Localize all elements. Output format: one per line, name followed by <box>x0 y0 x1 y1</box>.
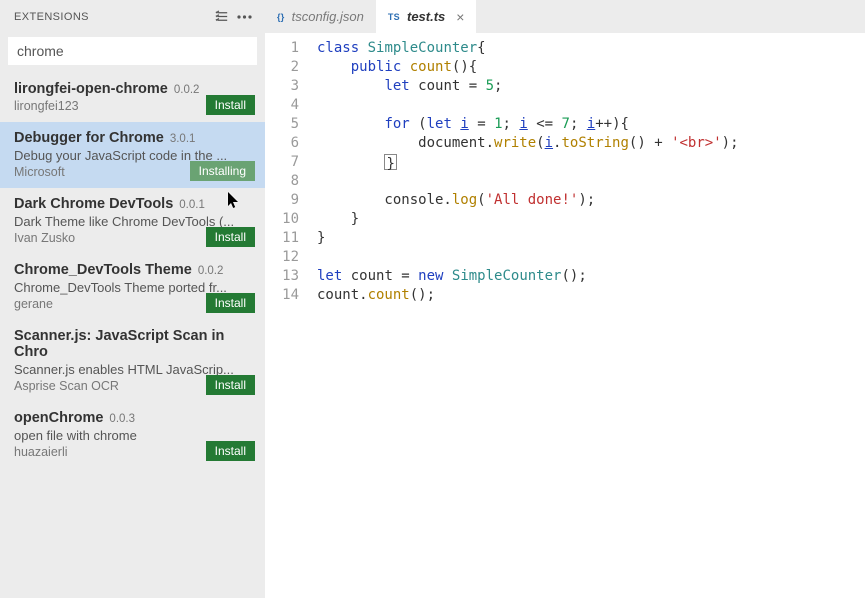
install-button[interactable]: Install <box>206 441 255 461</box>
sidebar-title: EXTENSIONS <box>14 11 211 23</box>
tab-label: test.ts <box>407 9 445 24</box>
editor-pane: {}tsconfig.jsonTStest.ts× 12345678910111… <box>265 0 865 598</box>
code-line: document.write(i.toString() + '<br>'); <box>317 134 865 153</box>
code-line: class SimpleCounter{ <box>317 39 865 58</box>
extension-name: Debugger for Chrome <box>14 130 164 146</box>
extension-search-input[interactable] <box>8 37 257 65</box>
extension-list: lirongfei-open-chrome0.0.2lirongfei123In… <box>0 73 265 598</box>
line-number: 5 <box>265 115 299 134</box>
line-number: 6 <box>265 134 299 153</box>
code-line: let count = new SimpleCounter(); <box>317 267 865 286</box>
extension-item[interactable]: openChrome0.0.3open file with chromehuaz… <box>0 402 265 468</box>
line-number: 8 <box>265 172 299 191</box>
clear-extensions-icon[interactable] <box>211 6 233 28</box>
extension-item[interactable]: Scanner.js: JavaScript Scan in ChroScann… <box>0 320 265 402</box>
install-button[interactable]: Install <box>206 293 255 313</box>
extension-name: Chrome_DevTools Theme <box>14 262 192 278</box>
code-line <box>317 96 865 115</box>
code-line: let count = 5; <box>317 77 865 96</box>
more-actions-icon[interactable] <box>233 6 255 28</box>
close-tab-icon[interactable]: × <box>456 9 464 25</box>
line-gutter: 1234567891011121314 <box>265 37 317 598</box>
app-root: EXTENSIONS lirongfei-open-chrome0.0.2lir… <box>0 0 865 598</box>
install-button[interactable]: Install <box>206 227 255 247</box>
line-number: 11 <box>265 229 299 248</box>
code-line: } <box>317 229 865 248</box>
code-line: } <box>317 153 865 172</box>
extension-item[interactable]: lirongfei-open-chrome0.0.2lirongfei123In… <box>0 73 265 122</box>
line-number: 3 <box>265 77 299 96</box>
editor-tabs: {} tsconfig.json TS test.ts × <box>265 0 865 33</box>
extensions-sidebar: EXTENSIONS lirongfei-open-chrome0.0.2lir… <box>0 0 265 598</box>
code-line: } <box>317 210 865 229</box>
line-number: 13 <box>265 267 299 286</box>
code-line: console.log('All done!'); <box>317 191 865 210</box>
code-line: public count(){ <box>317 58 865 77</box>
extension-name: Dark Chrome DevTools <box>14 196 173 212</box>
line-number: 4 <box>265 96 299 115</box>
line-number: 9 <box>265 191 299 210</box>
code-line <box>317 248 865 267</box>
extension-search-wrap <box>0 33 265 73</box>
code-area: 1234567891011121314 class SimpleCounter{… <box>265 33 865 598</box>
editor-tab[interactable]: TS test.ts × <box>376 0 477 33</box>
extension-name: lirongfei-open-chrome <box>14 81 168 97</box>
extension-version: 0.0.2 <box>174 84 200 96</box>
tab-label: tsconfig.json <box>292 9 364 24</box>
line-number: 7 <box>265 153 299 172</box>
line-number: 10 <box>265 210 299 229</box>
code-line: count.count(); <box>317 286 865 305</box>
line-number: 1 <box>265 39 299 58</box>
installing-button: Installing <box>190 161 255 181</box>
extension-version: 0.0.2 <box>198 265 224 277</box>
extension-version: 0.0.1 <box>179 199 205 211</box>
code-line <box>317 172 865 191</box>
extension-version: 3.0.1 <box>170 133 196 145</box>
install-button[interactable]: Install <box>206 95 255 115</box>
tab-lang-icon: TS <box>388 12 400 22</box>
line-number: 2 <box>265 58 299 77</box>
sidebar-header: EXTENSIONS <box>0 0 265 33</box>
extension-name: Scanner.js: JavaScript Scan in Chro <box>14 328 224 360</box>
extension-name: openChrome <box>14 410 103 426</box>
extension-item[interactable]: Debugger for Chrome3.0.1Debug your JavaS… <box>0 122 265 188</box>
extension-item[interactable]: Dark Chrome DevTools0.0.1Dark Theme like… <box>0 188 265 254</box>
code-content[interactable]: class SimpleCounter{ public count(){ let… <box>317 37 865 598</box>
tab-lang-icon: {} <box>277 12 285 22</box>
extension-version: 0.0.3 <box>109 413 135 425</box>
install-button[interactable]: Install <box>206 375 255 395</box>
line-number: 12 <box>265 248 299 267</box>
editor-tab[interactable]: {} tsconfig.json <box>265 0 376 33</box>
extension-item[interactable]: Chrome_DevTools Theme0.0.2Chrome_DevTool… <box>0 254 265 320</box>
line-number: 14 <box>265 286 299 305</box>
code-line: for (let i = 1; i <= 7; i++){ <box>317 115 865 134</box>
